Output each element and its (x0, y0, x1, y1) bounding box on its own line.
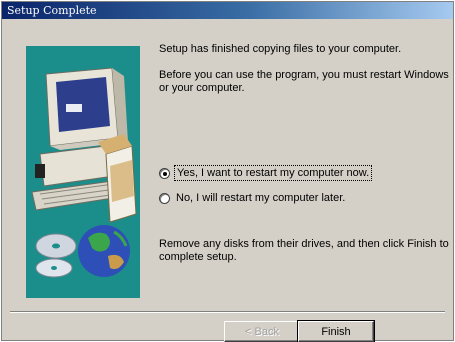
restart-later-radio[interactable] (159, 192, 170, 204)
restart-later-option[interactable]: No, I will restart my computer later. (159, 190, 345, 206)
restart-now-option[interactable]: Yes, I want to restart my computer now. (159, 165, 373, 181)
globe-icon (78, 225, 130, 277)
restart-now-radio[interactable] (159, 167, 170, 179)
title-bar: Setup Complete (2, 2, 453, 19)
finish-button-label: Finish (321, 325, 351, 338)
window-title: Setup Complete (7, 4, 97, 17)
software-box-icon (98, 134, 137, 223)
back-button-label: < Back (245, 325, 279, 338)
cd-disc-icon (35, 233, 77, 278)
back-button[interactable]: < Back (224, 321, 300, 342)
restart-now-label[interactable]: Yes, I want to restart my computer now. (173, 165, 373, 181)
setup-illustration (26, 46, 140, 298)
copy-finished-message: Setup has finished copying files to your… (159, 43, 402, 55)
restart-later-label[interactable]: No, I will restart my computer later. (176, 192, 345, 204)
setup-complete-dialog: Setup Complete Setup has finished copyin… (1, 1, 454, 342)
restart-required-message: Before you can use the program, you must… (159, 69, 449, 94)
finish-button[interactable]: Finish (297, 320, 375, 342)
remove-disks-message: Remove any disks from their drives, and … (159, 238, 449, 263)
button-separator (10, 311, 445, 313)
